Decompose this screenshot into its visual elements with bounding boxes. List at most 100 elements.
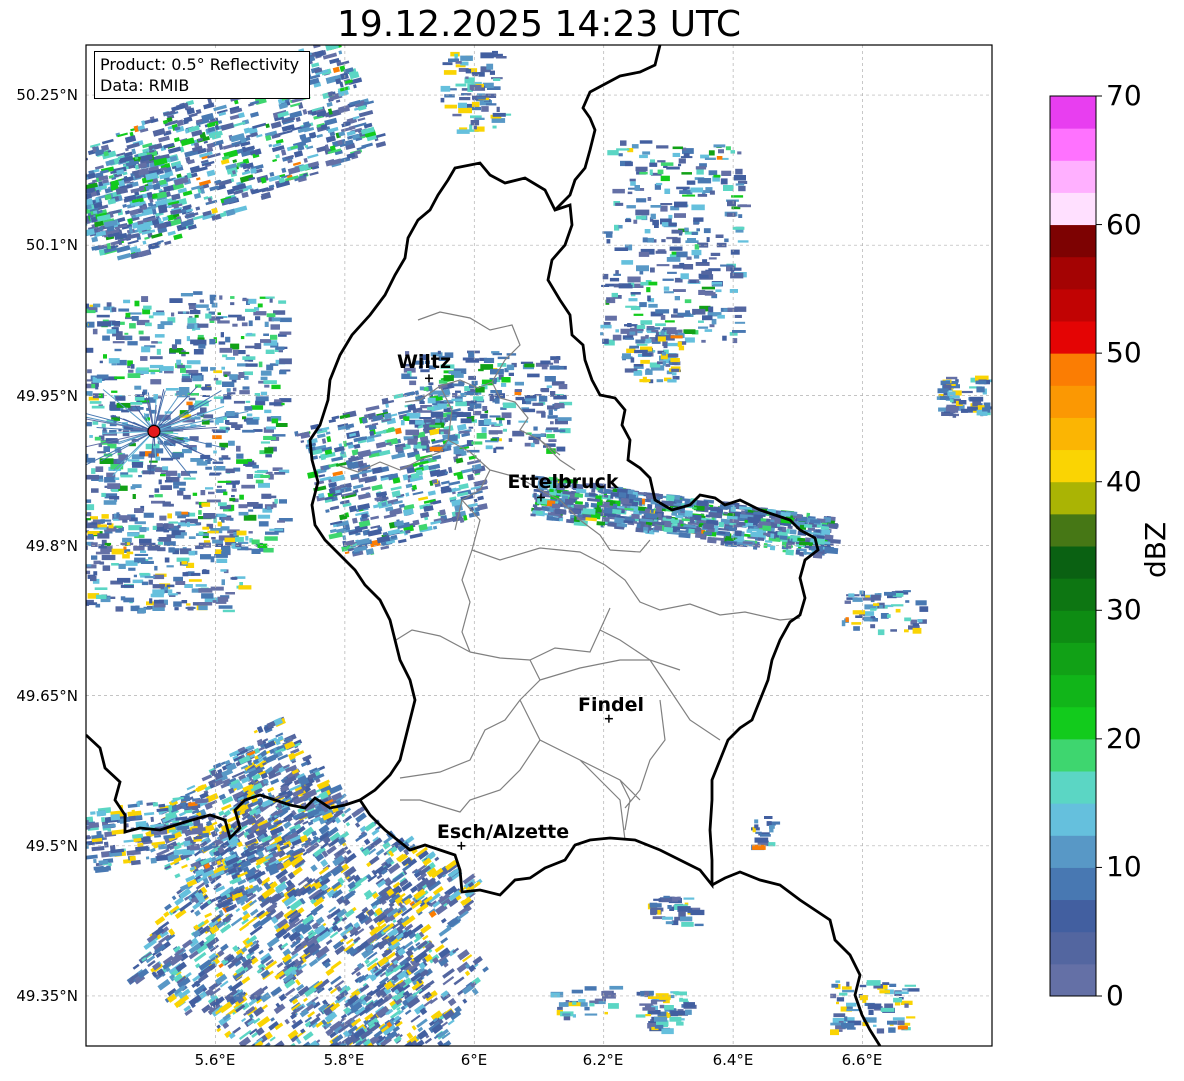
echo-pixel <box>216 558 228 563</box>
echo-pixel <box>213 396 223 399</box>
echo-pixel <box>197 323 209 328</box>
echo-pixel <box>188 470 198 474</box>
echo-pixel <box>213 450 217 454</box>
echo-pixel <box>404 1073 415 1081</box>
echo-pixel <box>177 490 184 496</box>
echo-pixel <box>213 377 219 381</box>
echo-pixel <box>558 384 568 390</box>
echo-pixel <box>232 323 238 327</box>
echo-pixel <box>556 446 566 452</box>
echo-pixel <box>126 551 134 555</box>
echo-pixel <box>86 303 89 309</box>
echo-pixel <box>213 430 226 433</box>
echo-pixel <box>153 603 166 608</box>
echo-pixel <box>101 492 106 497</box>
echo-pixel <box>150 857 157 864</box>
echo-pixel <box>472 73 478 77</box>
echo-pixel <box>425 1054 434 1061</box>
echo-pixel <box>318 1077 330 1081</box>
echo-pixel <box>209 473 220 476</box>
echo-pixel <box>201 569 210 575</box>
echo-pixel <box>246 332 253 336</box>
echo-pixel <box>417 1062 426 1070</box>
echo-pixel <box>193 349 204 355</box>
echo-pixel <box>82 516 85 520</box>
echo-pixel <box>321 1075 328 1081</box>
echo-pixel <box>285 1051 294 1060</box>
echo-pixel <box>100 817 106 823</box>
echo-pixel <box>210 586 224 591</box>
echo-pixel <box>266 506 271 510</box>
echo-pixel <box>167 513 172 519</box>
echo-pixel <box>260 370 272 376</box>
echo-pixel <box>217 320 230 324</box>
echo-pixel <box>210 299 214 304</box>
echo-pixel <box>203 414 214 419</box>
echo-pixel <box>492 112 506 117</box>
echo-pixel <box>80 499 84 501</box>
echo-pixel <box>203 513 216 519</box>
echo-pixel <box>107 828 112 832</box>
echo-pixel <box>109 496 120 500</box>
echo-pixel <box>202 526 210 530</box>
echo-pixel <box>186 360 201 365</box>
echo-pixel <box>73 579 77 582</box>
echo-pixel <box>180 293 193 297</box>
echo-pixel <box>127 532 139 537</box>
echo-pixel <box>459 430 470 434</box>
echo-pixel <box>245 536 249 541</box>
echo-pixel <box>289 1056 294 1061</box>
echo-pixel <box>164 557 170 563</box>
echo-pixel <box>230 302 235 306</box>
echo-pixel <box>150 816 154 822</box>
echo-pixel <box>245 363 258 367</box>
echo-pixel <box>553 429 566 433</box>
echo-pixel <box>182 448 192 454</box>
echo-pixel <box>226 388 231 392</box>
echo-pixel <box>261 493 272 499</box>
echo-pixel <box>428 382 434 386</box>
echo-pixel <box>139 572 150 576</box>
echo-pixel <box>143 305 152 310</box>
echo-pixel <box>258 521 269 527</box>
echo-pixel <box>548 409 553 415</box>
echo-pixel <box>186 401 193 406</box>
echo-pixel <box>235 536 244 542</box>
echo-pixel <box>216 380 222 385</box>
echo-pixel <box>233 532 237 537</box>
echo-pixel <box>522 408 536 413</box>
echo-pixel <box>514 389 522 392</box>
echo-pixel <box>532 402 544 406</box>
echo-pixel <box>232 483 236 488</box>
echo-pixel <box>236 530 247 536</box>
radar-map[interactable] <box>0 0 1184 1081</box>
echo-pixel <box>274 498 278 504</box>
echo-pixel <box>233 400 245 404</box>
echo-pixel <box>148 369 161 372</box>
echo-pixel <box>90 811 96 815</box>
echo-pixel <box>311 1072 319 1079</box>
echo-pixel <box>495 446 504 450</box>
echo-pixel <box>138 475 142 478</box>
echo-pixel <box>160 321 173 326</box>
echo-pixel <box>195 584 207 587</box>
echo-pixel <box>200 366 208 372</box>
echo-pixel <box>480 52 494 59</box>
echo-pixel <box>303 1074 317 1081</box>
echo-pixel <box>160 485 172 490</box>
echo-pixel <box>162 501 171 507</box>
echo-pixel <box>248 509 254 512</box>
echo-pixel <box>468 375 476 380</box>
echo-pixel <box>419 1053 426 1060</box>
echo-pixel <box>251 548 261 554</box>
echo-pixel <box>242 298 249 302</box>
echo-pixel <box>501 377 511 383</box>
echo-pixel <box>74 190 79 193</box>
echo-pixel <box>429 424 442 428</box>
echo-pixel <box>149 598 153 604</box>
echo-pixel <box>165 816 170 821</box>
echo-pixel <box>140 550 147 553</box>
echo-pixel <box>156 348 161 355</box>
echo-pixel <box>155 456 161 461</box>
echo-pixel <box>444 104 457 109</box>
